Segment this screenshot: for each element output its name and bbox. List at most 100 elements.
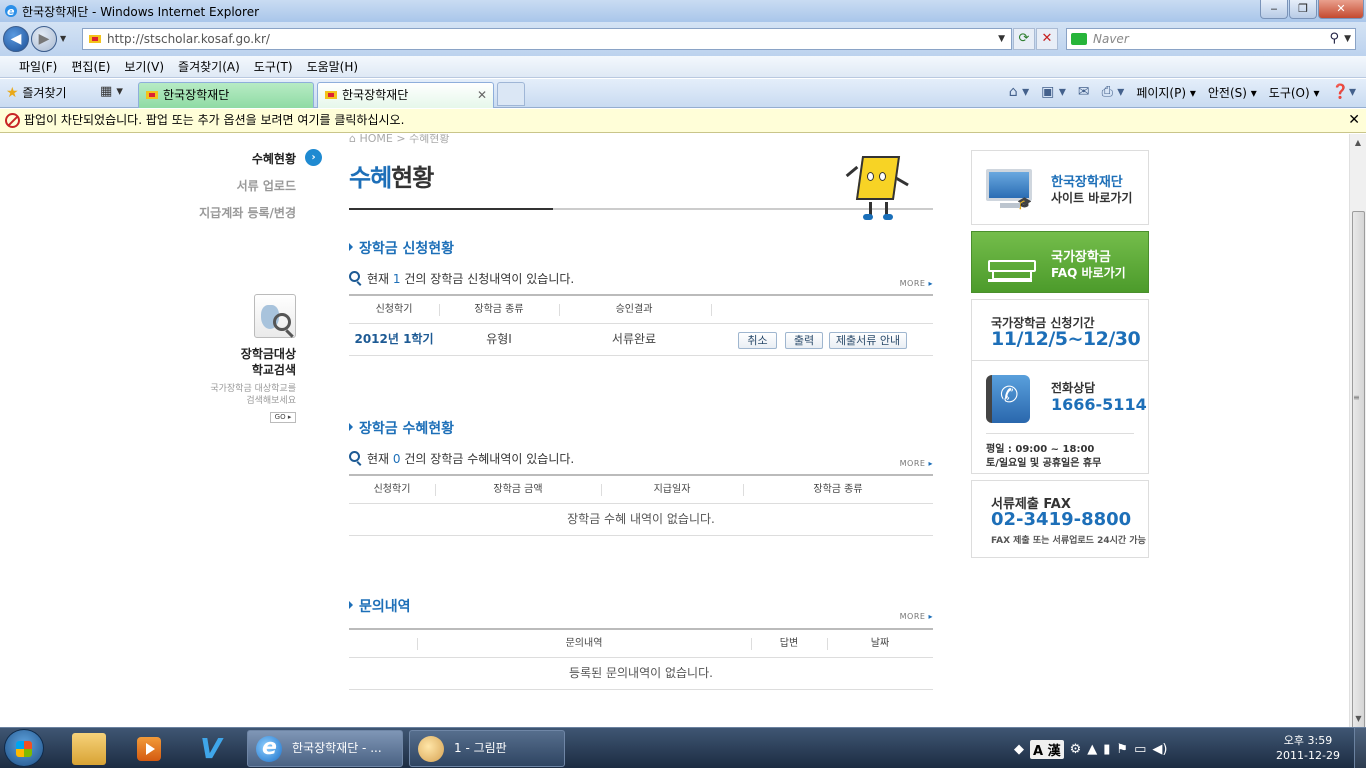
show-desktop-button[interactable] bbox=[1354, 728, 1366, 768]
address-bar: ◀ ▶ ▼ http://stscholar.kosaf.go.kr/ ▼ ⟳ … bbox=[0, 22, 1366, 56]
url-dropdown-icon[interactable]: ▼ bbox=[998, 29, 1005, 49]
taskbar-item-paint[interactable]: 1 - 그림판 bbox=[409, 730, 565, 767]
tools-menu[interactable]: 도구(O) ▾ bbox=[1269, 84, 1320, 101]
recent-pages-dropdown[interactable]: ▼ bbox=[60, 34, 66, 43]
new-tab-button[interactable] bbox=[497, 82, 525, 106]
home-icon: ⌂ bbox=[349, 134, 356, 145]
benefit-more-link[interactable]: MORE bbox=[900, 459, 933, 468]
count-suffix: 건의 장학금 신청내역이 있습니다. bbox=[404, 272, 575, 286]
help-icon[interactable]: ❓▾ bbox=[1332, 84, 1356, 101]
minimize-button[interactable]: ‒ bbox=[1260, 0, 1288, 19]
benefit-table: 신청학기 장학금 금액 지급일자 장학금 종류 장학금 수혜 내역이 없습니다. bbox=[349, 474, 933, 536]
popup-blocked-infobar[interactable]: 팝업이 차단되었습니다. 팝업 또는 추가 옵션을 보려면 여기를 클릭하십시오… bbox=[0, 109, 1366, 133]
banner-phone-hours2: 토/일요일 및 공휴일은 휴무 bbox=[986, 458, 1102, 469]
benefit-empty-message: 장학금 수혜 내역이 없습니다. bbox=[567, 512, 715, 526]
sidebar-item-benefit-status[interactable]: 수혜현황 › bbox=[190, 149, 322, 167]
back-button[interactable]: ◀ bbox=[3, 26, 29, 52]
internet-explorer-icon bbox=[256, 730, 282, 765]
browser-tab-2-active[interactable]: 한국장학재단 ✕ bbox=[317, 82, 494, 108]
go-button[interactable]: GO ▸ bbox=[270, 412, 296, 423]
chevron-right-icon: › bbox=[305, 149, 322, 166]
search-input[interactable]: Naver ⚲ ▼ bbox=[1066, 28, 1356, 50]
media-player-icon[interactable] bbox=[132, 733, 166, 765]
close-infobar-icon[interactable]: ✕ bbox=[1348, 109, 1360, 132]
maximize-button[interactable]: ❐ bbox=[1289, 0, 1317, 19]
submission-docs-button[interactable]: 제출서류 안내 bbox=[829, 332, 907, 349]
scroll-up-icon[interactable]: ▲ bbox=[1350, 134, 1366, 151]
start-button[interactable] bbox=[4, 729, 44, 767]
banner-site-line2: 사이트 바로가기 bbox=[1051, 191, 1133, 205]
browser-tab-label: 한국장학재단 bbox=[163, 88, 230, 102]
banner-fax-number: 02-3419-8800 bbox=[991, 509, 1132, 530]
application-count: 1 bbox=[392, 272, 401, 286]
menu-edit[interactable]: 편집(E) bbox=[64, 56, 117, 77]
v3-antivirus-icon[interactable]: V bbox=[194, 733, 228, 765]
page-viewport: 수혜현황 › 서류 업로드 지급계좌 등록/변경 장학금대상 학교검색 국가장학… bbox=[0, 134, 1349, 727]
row-term: 2012년 1학기 bbox=[354, 332, 434, 346]
application-count-line: 현재 1 건의 장학금 신청내역이 있습니다. bbox=[349, 270, 574, 287]
menu-favorites[interactable]: 즐겨찾기(A) bbox=[171, 56, 247, 77]
faq-shortcut-banner[interactable]: 국가장학금 FAQ 바로가기 bbox=[971, 231, 1149, 293]
search-options-dropdown[interactable]: ▼ bbox=[1344, 29, 1351, 49]
tray-app-icon[interactable]: ▮ bbox=[1103, 742, 1110, 757]
url-input[interactable]: http://stscholar.kosaf.go.kr/ ▼ bbox=[82, 28, 1012, 50]
ime-mode-indicator[interactable]: A 漢 bbox=[1030, 739, 1064, 759]
print-icon[interactable]: ⎙ ▾ bbox=[1102, 84, 1125, 101]
menu-file[interactable]: 파일(F) bbox=[12, 56, 64, 77]
safety-menu[interactable]: 안전(S) ▾ bbox=[1208, 84, 1257, 101]
refresh-button[interactable]: ⟳ bbox=[1013, 28, 1035, 50]
explorer-folder-icon[interactable] bbox=[72, 733, 106, 765]
tab-bar: ★ 즐겨찾기 ▦ ▾ 한국장학재단 한국장학재단 ✕ ⌂ ▾ ▣ ▾ ✉ ⎙ ▾… bbox=[0, 79, 1366, 108]
menu-help[interactable]: 도움말(H) bbox=[300, 56, 366, 77]
application-period-banner: 국가장학금 신청기간 11/12/5~12/30 bbox=[971, 299, 1149, 361]
inquiry-more-link[interactable]: MORE bbox=[900, 612, 933, 621]
favorites-label: 즐겨찾기 bbox=[22, 86, 67, 100]
col-term: 신청학기 bbox=[375, 304, 413, 315]
close-window-button[interactable]: ✕ bbox=[1318, 0, 1364, 19]
favorites-button[interactable]: ★ 즐겨찾기 bbox=[6, 84, 67, 101]
network-icon[interactable]: ▭ bbox=[1134, 742, 1146, 757]
site-shortcut-banner[interactable]: 🎓 한국장학재단 사이트 바로가기 bbox=[971, 150, 1149, 225]
scroll-thumb[interactable] bbox=[1352, 211, 1365, 729]
menu-view[interactable]: 보기(V) bbox=[117, 56, 171, 77]
taskbar-item-ie[interactable]: 한국장학재단 - ... bbox=[247, 730, 403, 767]
search-icon[interactable]: ⚲ bbox=[1329, 29, 1339, 49]
col-answer: 답변 bbox=[779, 638, 799, 649]
browser-tab-1[interactable]: 한국장학재단 bbox=[138, 82, 314, 108]
school-search-title-line2: 학교검색 bbox=[251, 363, 296, 377]
scroll-down-icon[interactable]: ▼ bbox=[1350, 710, 1366, 727]
menu-tools[interactable]: 도구(T) bbox=[247, 56, 300, 77]
mail-icon[interactable]: ✉ bbox=[1078, 84, 1090, 101]
application-more-link[interactable]: MORE bbox=[900, 279, 933, 288]
volume-icon[interactable]: ◀) bbox=[1152, 742, 1167, 757]
breadcrumb: ⌂ HOME > 수혜현황 bbox=[349, 134, 450, 146]
browser-tab-label: 한국장학재단 bbox=[342, 88, 409, 102]
school-search-title[interactable]: 장학금대상 학교검색 bbox=[220, 346, 296, 378]
magnifier-icon bbox=[349, 451, 360, 462]
page-menu[interactable]: 페이지(P) ▾ bbox=[1136, 84, 1196, 101]
system-clock[interactable]: 오후 3:59 2011-12-29 bbox=[1266, 733, 1350, 763]
cancel-button[interactable]: 취소 bbox=[738, 332, 777, 349]
sidebar-item-account-register[interactable]: 지급계좌 등록/변경 bbox=[190, 204, 322, 221]
inquiry-heading: 문의내역 bbox=[349, 596, 411, 616]
vertical-scrollbar[interactable]: ▲ ≡ ▼ bbox=[1349, 134, 1366, 729]
banner-site-line1: 한국장학재단 bbox=[1051, 175, 1123, 190]
action-center-flag-icon[interactable]: ⚑ bbox=[1116, 742, 1128, 757]
sidebar-item-document-upload[interactable]: 서류 업로드 bbox=[190, 177, 322, 194]
col-result: 승인결과 bbox=[615, 304, 653, 315]
show-hidden-icons[interactable]: ▲ bbox=[1087, 742, 1097, 757]
application-table: 신청학기 장학금 종류 승인결과 2012년 1학기 유형Ⅰ 서류완료 취소 출… bbox=[349, 294, 933, 356]
feeds-icon[interactable]: ▣ ▾ bbox=[1041, 84, 1066, 101]
ime-bar-icon[interactable]: ◆ bbox=[1014, 742, 1024, 757]
quick-tabs-button[interactable]: ▦ ▾ bbox=[100, 84, 134, 104]
close-tab-icon[interactable]: ✕ bbox=[477, 83, 487, 107]
stop-button[interactable]: ✕ bbox=[1036, 28, 1058, 50]
print-button[interactable]: 출력 bbox=[785, 332, 823, 349]
ime-settings-icon[interactable]: ⚙ bbox=[1070, 742, 1082, 757]
home-icon[interactable]: ⌂ ▾ bbox=[1009, 84, 1029, 101]
sidebar-item-label: 지급계좌 등록/변경 bbox=[199, 206, 296, 220]
table-row: 장학금 수혜 내역이 없습니다. bbox=[349, 504, 933, 536]
map-magnifier-icon[interactable] bbox=[254, 294, 296, 338]
naver-provider-icon bbox=[1071, 33, 1087, 45]
forward-button[interactable]: ▶ bbox=[31, 26, 57, 52]
